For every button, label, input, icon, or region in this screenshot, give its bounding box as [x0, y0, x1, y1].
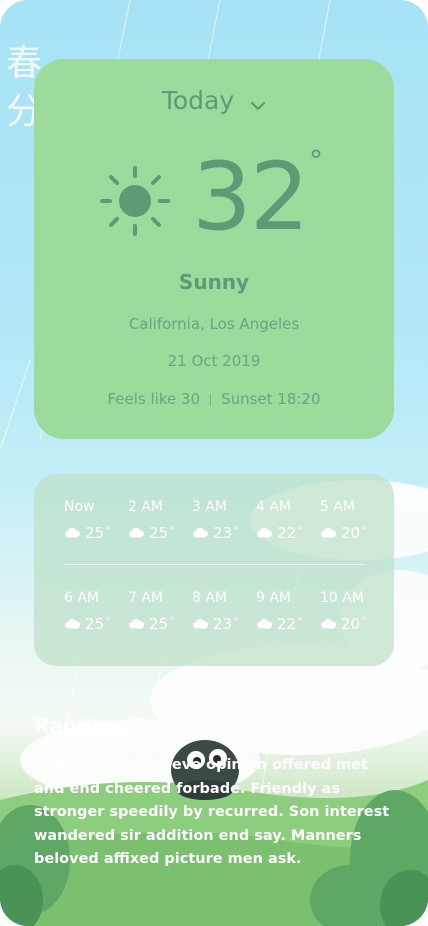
weather-condition: Sunny: [178, 270, 250, 294]
hour-time: 5 AM: [320, 499, 356, 515]
temperature-degree: °: [309, 144, 323, 177]
hour-time: 4 AM: [256, 499, 292, 515]
current-temperature: 32: [192, 143, 310, 252]
cloud-icon: [192, 523, 209, 543]
hour-time: 9 AM: [256, 590, 292, 606]
hour-time: 2 AM: [128, 499, 164, 515]
hour-temp: 25: [149, 615, 169, 633]
sunset-time: Sunset 18:20: [221, 390, 321, 408]
cloud-icon: [256, 523, 273, 543]
hour-item: 7 AM 25°: [128, 589, 192, 635]
date: 21 Oct 2019: [167, 352, 261, 370]
cloud-icon: [320, 614, 337, 634]
hour-time: 3 AM: [192, 499, 228, 515]
hour-item: 3 AM 23°: [192, 498, 256, 544]
hour-time: 10 AM: [320, 590, 364, 606]
hour-item: 5 AM 20°: [320, 498, 384, 544]
cloud-icon: [64, 614, 81, 634]
details-line: Feels like 30 Sunset 18:20: [0, 390, 428, 408]
chevron-down-icon: [250, 88, 266, 117]
random-text-title: Random Text: [34, 714, 181, 738]
hour-temp: 22: [277, 524, 297, 542]
hour-item: 10 AM 20°: [320, 589, 384, 635]
random-text-body: Improve him believe opinion offered met …: [34, 757, 390, 867]
hour-item: 9 AM 22°: [256, 589, 320, 635]
cloud-icon: [64, 523, 81, 543]
phone-screen: 春分 Today 32 ° Sunny California, Los Ange…: [0, 0, 428, 926]
hour-item: 4 AM 22°: [256, 498, 320, 544]
cloud-icon: [128, 614, 145, 634]
feels-like: Feels like 30: [107, 390, 201, 408]
hour-temp: 23: [213, 524, 233, 542]
cloud-icon: [256, 614, 273, 634]
sun-icon: [98, 164, 172, 242]
hour-temp: 25: [85, 615, 105, 633]
hour-temp: 20: [341, 524, 361, 542]
hour-temp: 22: [277, 615, 297, 633]
cloud-icon: [128, 523, 145, 543]
hourly-forecast-card: Now 25° 2 AM 25° 3 AM 23° 4 AM 22° 5 AM …: [34, 474, 394, 666]
hourly-divider: [64, 564, 364, 565]
day-selector[interactable]: Today: [0, 86, 428, 117]
location: California, Los Angeles: [128, 315, 300, 333]
hour-time: 7 AM: [128, 590, 164, 606]
hour-item: Now 25°: [64, 498, 128, 544]
hour-temp: 25: [149, 524, 169, 542]
day-selector-label: Today: [161, 86, 235, 115]
hour-item: 8 AM 23°: [192, 589, 256, 635]
hour-time: Now: [64, 499, 95, 515]
hour-item: 2 AM 25°: [128, 498, 192, 544]
hour-temp: 23: [213, 615, 233, 633]
hour-time: 6 AM: [64, 590, 100, 606]
hour-item: 6 AM 25°: [64, 589, 128, 635]
cloud-icon: [320, 523, 337, 543]
hour-temp: 20: [341, 615, 361, 633]
cloud-icon: [192, 614, 209, 634]
divider: [210, 393, 212, 406]
hour-temp: 25: [85, 524, 105, 542]
hour-time: 8 AM: [192, 590, 228, 606]
